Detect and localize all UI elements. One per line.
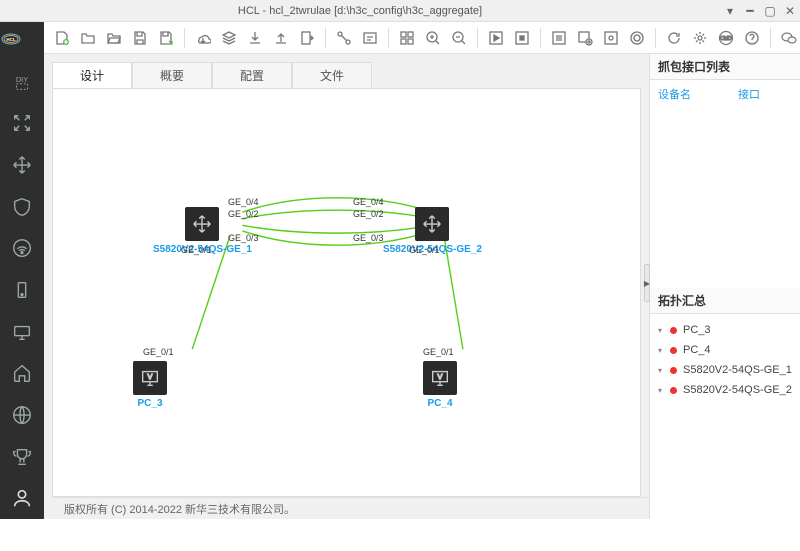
wifi-icon[interactable] [4,232,40,266]
topo-panel-header[interactable]: 拓扑汇总⠇ [650,288,800,314]
node-label: PC_3 [133,398,167,409]
svg-text:V: V [438,372,443,381]
svg-text:HCL: HCL [6,37,15,42]
save-icon[interactable] [128,26,152,50]
stop-icon[interactable] [510,26,534,50]
svg-text:CMD: CMD [720,36,732,42]
col-interface[interactable]: 接口 [738,86,760,102]
port-label: GE_0/1 [423,347,454,357]
capture-columns: 设备名 接口 [650,80,800,108]
add-box-icon[interactable] [573,26,597,50]
switch-icon [415,207,449,241]
saveas-icon[interactable] [154,26,178,50]
topology-canvas[interactable]: S5820V2-54QS-GE_1 S5820V2-54QS-GE_2 V PC… [52,88,641,497]
tab-design[interactable]: 设计 [52,62,132,88]
tab-overview[interactable]: 概要 [132,62,212,88]
link-layer [53,89,640,496]
capture-panel-header[interactable]: 抓包接口列表⠇ [650,54,800,80]
col-device[interactable]: 设备名 [658,86,738,102]
port-label: GE_0/1 [143,347,174,357]
hcl-logo: HCL [0,28,44,55]
user-icon[interactable] [4,481,40,515]
port-label: GE_0/3 [353,233,384,243]
svg-text:V: V [148,372,153,381]
right-panel: ▶ 抓包接口列表⠇ 设备名 接口 拓扑汇总⠇ ▾PC_3 ▾PC_4 ▾S582… [649,54,800,519]
capture-icon[interactable] [625,26,649,50]
pc-icon: V [423,361,457,395]
topo-item[interactable]: ▾S5820V2-54QS-GE_1 [654,360,800,380]
upload-icon[interactable] [269,26,293,50]
help-icon[interactable] [740,26,764,50]
text-icon[interactable] [358,26,382,50]
close-button[interactable]: ✕ [780,2,800,20]
port-label: GE_0/2 [228,209,259,219]
download-icon[interactable] [243,26,267,50]
maximize-button[interactable]: ▢ [760,2,780,20]
cmd-icon[interactable]: CMD [714,26,738,50]
minimize-button[interactable]: ━ [740,2,760,20]
monitor-icon[interactable] [4,315,40,349]
switch-icon [185,207,219,241]
play-icon[interactable] [484,26,508,50]
refresh-box-icon[interactable] [599,26,623,50]
topo-item[interactable]: ▾S5820V2-54QS-GE_2 [654,380,800,400]
settings-icon[interactable] [688,26,712,50]
window-title: HCL - hcl_2twrulae [d:\h3c_config\h3c_ag… [0,5,720,17]
globe-icon[interactable] [4,398,40,432]
dropdown-icon[interactable]: ▾ [720,2,740,20]
topo-list: ▾PC_3 ▾PC_4 ▾S5820V2-54QS-GE_1 ▾S5820V2-… [650,314,800,406]
wechat-icon[interactable] [777,26,800,50]
link-icon[interactable] [332,26,356,50]
open-icon[interactable] [102,26,126,50]
tab-file[interactable]: 文件 [292,62,372,88]
cloud-down-icon[interactable] [191,26,215,50]
top-toolbar: CMD [44,22,800,54]
home-icon[interactable] [4,356,40,390]
node-label: PC_4 [423,398,457,409]
port-label: GE_0/1 [181,245,212,255]
topo-item[interactable]: ▾PC_3 [654,320,800,340]
reload-icon[interactable] [662,26,686,50]
port-label: GE_0/3 [228,233,259,243]
copyright: 版权所有 (C) 2014-2022 新华三技术有限公司。 [64,501,295,517]
server-icon[interactable] [4,273,40,307]
zoomout-icon[interactable] [447,26,471,50]
export-icon[interactable] [295,26,319,50]
capture-list [650,108,800,288]
port-label: GE_0/4 [228,197,259,207]
move-icon[interactable] [4,148,40,182]
footer: 版权所有 (C) 2014-2022 新华三技术有限公司。 [52,497,649,519]
layers-icon[interactable] [217,26,241,50]
trophy-icon[interactable] [4,440,40,474]
left-sidebar: HCL DIY [0,22,44,519]
port-label: GE_0/1 [409,245,440,255]
tab-bar: 设计 概要 配置 文件 [52,62,649,88]
pc-icon: V [133,361,167,395]
open-folder-icon[interactable] [76,26,100,50]
zoomin-icon[interactable] [421,26,445,50]
port-label: GE_0/4 [353,197,384,207]
workspace: 设计 概要 配置 文件 [44,54,649,519]
collapse-handle[interactable]: ▶ [644,264,650,302]
svg-text:DIY: DIY [16,75,28,84]
grid-icon[interactable] [395,26,419,50]
node-pc3[interactable]: V PC_3 [133,361,167,409]
titlebar: HCL - hcl_2twrulae [d:\h3c_config\h3c_ag… [0,0,800,22]
new-file-icon[interactable] [50,26,74,50]
port-label: GE_0/2 [353,209,384,219]
diy-icon[interactable]: DIY [4,65,40,99]
expand-icon[interactable] [4,107,40,141]
tab-config[interactable]: 配置 [212,62,292,88]
shield-icon[interactable] [4,190,40,224]
node-pc4[interactable]: V PC_4 [423,361,457,409]
topo-item[interactable]: ▾PC_4 [654,340,800,360]
list-icon[interactable] [547,26,571,50]
